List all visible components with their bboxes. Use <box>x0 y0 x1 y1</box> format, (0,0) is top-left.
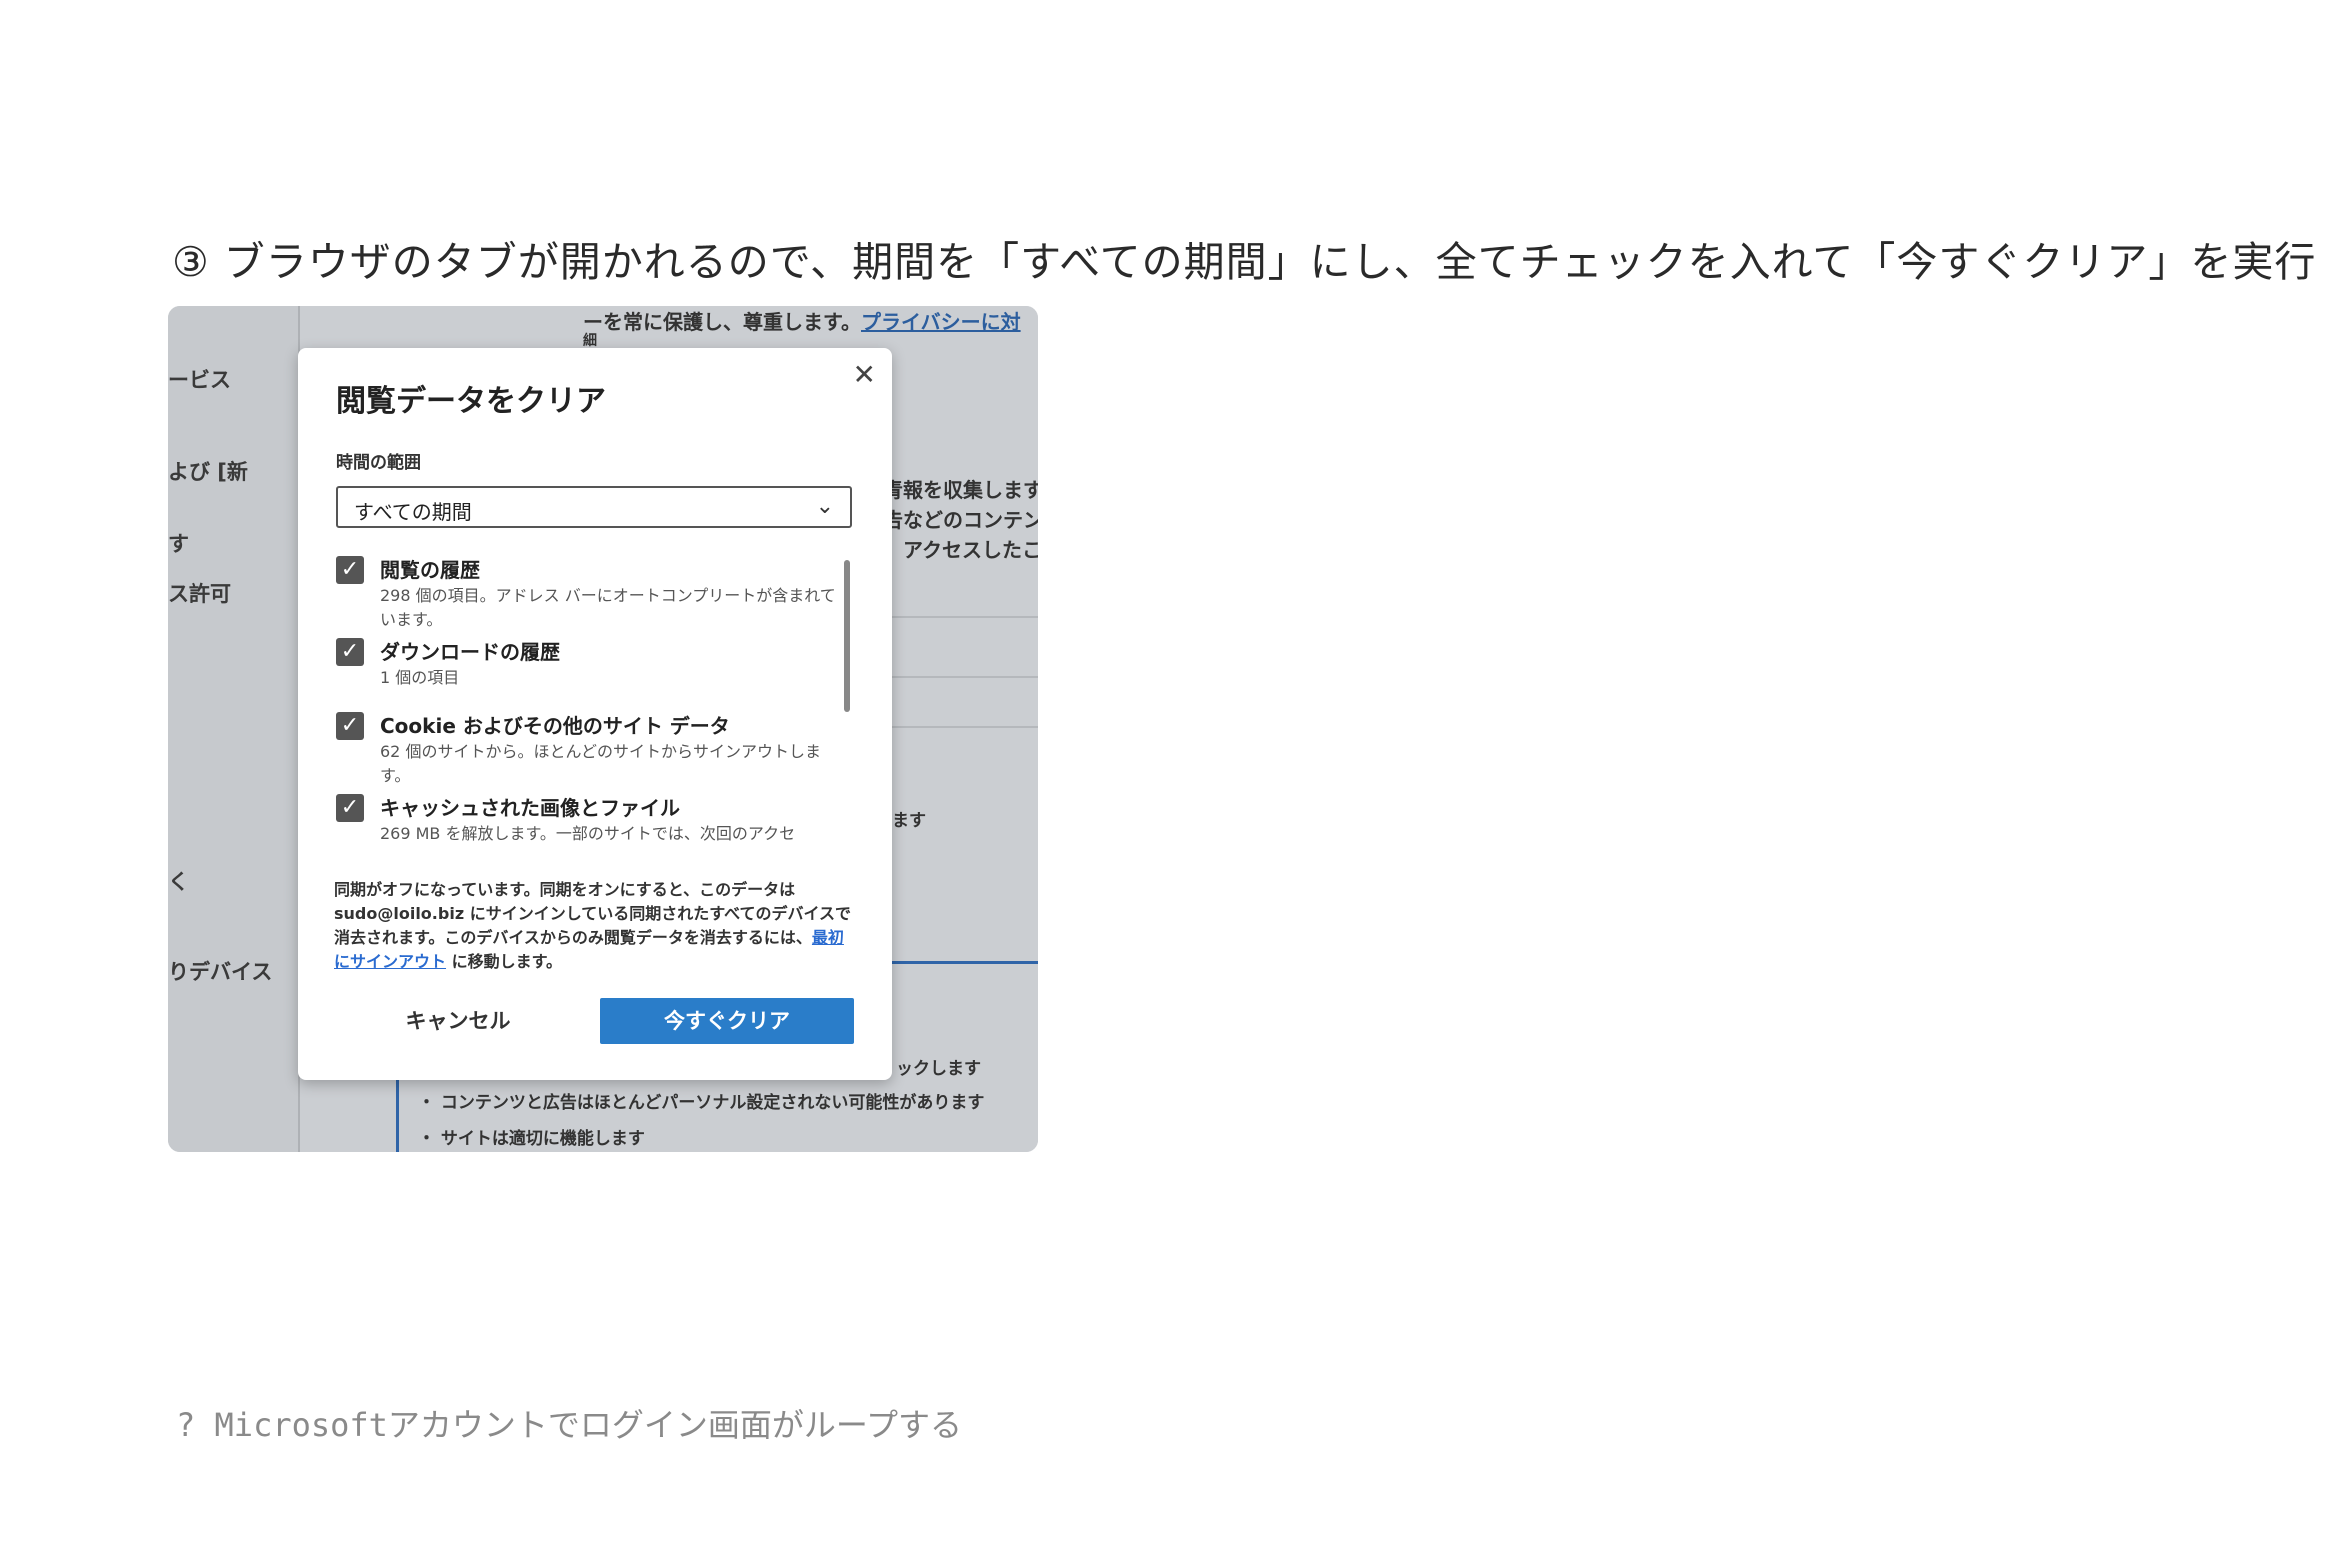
item-description: 269 MB を解放します。一部のサイトでは、次回のアクセ <box>380 824 796 843</box>
bg-text-line: ・ コンテンツと広告はほとんどパーソナル設定されない可能性があります <box>418 1093 985 1113</box>
divider <box>892 676 1038 678</box>
list-scrollbar[interactable] <box>844 560 850 712</box>
time-range-label: 時間の範囲 <box>336 453 421 473</box>
item-description: 298 個の項目。アドレス バーにオートコンプリートが含まれています。 <box>380 586 836 629</box>
list-item: ✓ キャッシュされた画像とファイル 269 MB を解放します。一部のサイトでは… <box>336 792 836 846</box>
clear-now-button[interactable]: 今すぐクリア <box>600 998 854 1044</box>
checkbox-cached-images[interactable]: ✓ <box>336 794 364 822</box>
time-range-value: すべての期間 <box>354 500 472 524</box>
item-title: 閲覧の履歴 <box>380 558 480 582</box>
list-item: ✓ Cookie およびその他のサイト データ 62 個のサイトから。ほとんどの… <box>336 710 836 786</box>
sync-note: 同期がオフになっています。同期をオンにすると、このデータは sudo@loilo… <box>334 880 851 971</box>
sidebar-item[interactable]: りデバイス <box>168 956 272 986</box>
bg-text-line: 青報を収集します <box>883 478 1038 502</box>
item-title: ダウンロードの履歴 <box>380 640 560 664</box>
settings-sidebar: ービス よび [新 す ス許可 く りデバイス <box>168 306 300 1152</box>
sidebar-item[interactable]: く <box>168 866 189 896</box>
item-description: 62 個のサイトから。ほとんどのサイトからサインアウトします。 <box>380 742 821 785</box>
checkbox-browsing-history[interactable]: ✓ <box>336 556 364 584</box>
related-article-link[interactable]: ? Microsoftアカウントでログイン画面がループする <box>176 1400 962 1446</box>
divider <box>892 616 1038 618</box>
item-title: Cookie およびその他のサイト データ <box>380 714 730 738</box>
item-title: キャッシュされた画像とファイル <box>380 796 680 820</box>
divider <box>892 726 1038 728</box>
sidebar-item[interactable]: よび [新 <box>168 456 248 486</box>
clear-browsing-data-dialog: ✕ 閲覧データをクリア 時間の範囲 すべての期間 ⌄ ✓ 閲覧の履歴 298 個… <box>298 348 892 1080</box>
browser-screenshot: ービス よび [新 す ス許可 く りデバイス ーを常に保護し、尊重します。プラ… <box>168 306 1038 1152</box>
cancel-button[interactable]: キャンセル <box>358 998 558 1044</box>
step-title: ③ ブラウザのタブが開かれるので、期間を「すべての期間」にし、全てチェックを入れ… <box>172 238 2317 286</box>
list-item: ✓ 閲覧の履歴 298 個の項目。アドレス バーにオートコンプリートが含まれてい… <box>336 554 836 630</box>
checkbox-download-history[interactable]: ✓ <box>336 638 364 666</box>
chevron-down-icon: ⌄ <box>815 494 834 519</box>
privacy-text: ーを常に保護し、尊重します。プライバシーに対 <box>583 310 1021 334</box>
privacy-text-2: 細 <box>583 333 597 349</box>
time-range-select[interactable]: すべての期間 ⌄ <box>336 486 852 528</box>
sidebar-item[interactable]: ス許可 <box>168 578 231 608</box>
dialog-title: 閲覧データをクリア <box>336 384 606 419</box>
checkbox-cookies[interactable]: ✓ <box>336 712 364 740</box>
bg-text-line: ます <box>892 811 926 831</box>
close-icon[interactable]: ✕ <box>853 358 876 391</box>
bg-text-line: 告などのコンテン <box>883 508 1038 532</box>
sidebar-item[interactable]: ービス <box>168 364 231 394</box>
data-type-list: ✓ 閲覧の履歴 298 個の項目。アドレス バーにオートコンプリートが含まれてい… <box>336 554 852 846</box>
sidebar-item[interactable]: す <box>168 528 189 558</box>
bg-text-line: ックします <box>896 1059 981 1079</box>
bg-text-line: 、アクセスしたこ <box>883 538 1038 562</box>
list-item: ✓ ダウンロードの履歴 1 個の項目 <box>336 636 836 696</box>
bg-text-line: ・ サイトは適切に機能します <box>418 1129 645 1149</box>
privacy-link[interactable]: プライバシーに対 <box>861 310 1021 334</box>
item-description: 1 個の項目 <box>380 668 460 687</box>
